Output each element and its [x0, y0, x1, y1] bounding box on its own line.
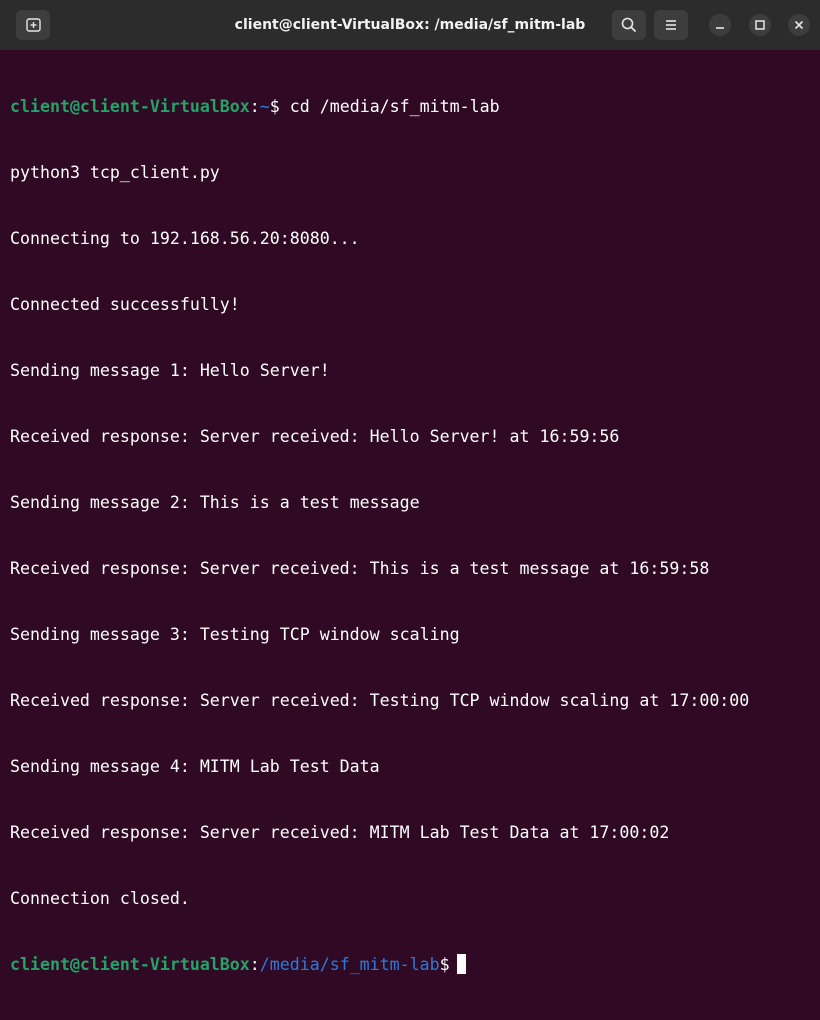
prompt-symbol: $	[439, 955, 450, 974]
terminal-window: client@client-VirtualBox: /media/sf_mitm…	[0, 0, 820, 974]
maximize-button[interactable]	[749, 14, 771, 36]
prompt-line: client@client-VirtualBox:/media/sf_mitm-…	[10, 954, 815, 976]
minimize-button[interactable]	[709, 14, 731, 36]
new-tab-icon	[26, 18, 41, 32]
output-line: Connection closed.	[10, 889, 190, 908]
prompt-user: client@client-VirtualBox	[10, 97, 250, 116]
prompt-user: client@client-VirtualBox	[10, 955, 250, 974]
new-tab-button[interactable]	[16, 10, 50, 40]
command-text: cd /media/sf_mitm-lab	[279, 97, 500, 116]
output-line: Received response: Server received: MITM…	[10, 823, 670, 842]
hamburger-menu-icon	[666, 20, 676, 30]
title-bar[interactable]: client@client-VirtualBox: /media/sf_mitm…	[0, 0, 820, 50]
prompt-separator: :	[249, 955, 260, 974]
terminal-area[interactable]: client@client-VirtualBox:~$ cd /media/sf…	[0, 50, 820, 974]
prompt-path: ~	[259, 97, 270, 116]
prompt-separator: :	[249, 97, 260, 116]
output-line: Sending message 2: This is a test messag…	[10, 493, 420, 512]
output-line: Connecting to 192.168.56.20:8080...	[10, 229, 360, 248]
output-line: Sending message 3: Testing TCP window sc…	[10, 625, 460, 644]
menu-button[interactable]	[654, 10, 688, 40]
output-line: python3 tcp_client.py	[10, 163, 220, 182]
window-title: client@client-VirtualBox: /media/sf_mitm…	[234, 17, 586, 33]
output-line: Sending message 4: MITM Lab Test Data	[10, 757, 380, 776]
terminal-output: client@client-VirtualBox:~$ cd /media/sf…	[10, 52, 815, 1020]
close-icon	[794, 20, 804, 30]
close-button[interactable]	[788, 14, 810, 36]
prompt-path: /media/sf_mitm-lab	[259, 955, 440, 974]
output-line: Received response: Server received: Test…	[10, 691, 750, 710]
minimize-icon	[716, 27, 724, 29]
output-line: Connected successfully!	[10, 295, 240, 314]
command-line: client@client-VirtualBox:~$ cd /media/sf…	[10, 96, 815, 118]
search-icon	[621, 17, 636, 32]
output-line: Received response: Server received: Hell…	[10, 427, 620, 446]
search-button[interactable]	[612, 10, 646, 40]
text-cursor	[456, 954, 466, 974]
prompt-symbol: $	[269, 97, 280, 116]
output-line: Received response: Server received: This…	[10, 559, 710, 578]
maximize-icon	[755, 20, 765, 30]
output-line: Sending message 1: Hello Server!	[10, 361, 330, 380]
